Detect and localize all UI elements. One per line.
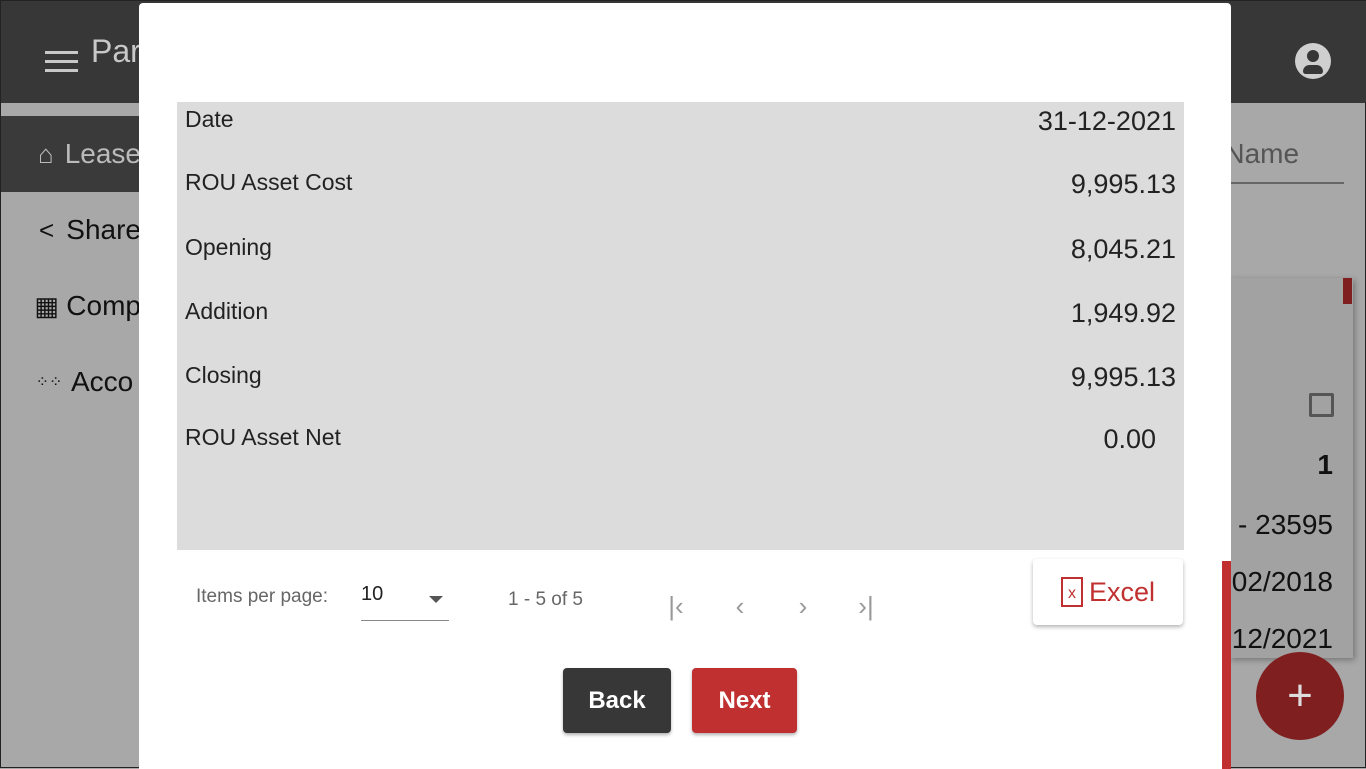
sidebar-item-label: Lease bbox=[64, 138, 141, 169]
table-row: ROU Asset Net 0.00 bbox=[185, 420, 1156, 460]
sidebar-item-label: Comp bbox=[66, 290, 141, 321]
last-page-button[interactable]: ›| bbox=[851, 591, 881, 621]
row-value: 0.00 bbox=[1103, 424, 1156, 454]
items-per-page-select[interactable]: 10 bbox=[361, 583, 449, 621]
table-row: ROU Asset Cost 9,995.13 bbox=[185, 165, 1176, 205]
dialog: Date 31-12-2021 ROU Asset Cost 9,995.13 Op… bbox=[139, 3, 1231, 769]
row-label: ROU Asset Cost bbox=[185, 169, 353, 195]
share-icon: < bbox=[39, 214, 55, 245]
page-range: 1 - 5 of 5 bbox=[508, 589, 583, 610]
menu-icon[interactable] bbox=[45, 51, 78, 78]
add-button[interactable]: + bbox=[1256, 652, 1344, 740]
excel-file-icon: x bbox=[1060, 577, 1083, 607]
checkbox[interactable] bbox=[1309, 393, 1334, 417]
row-value: 1,949.92 bbox=[1070, 298, 1176, 328]
items-per-page-value: 10 bbox=[361, 583, 384, 605]
sidebar: ⌂ Lease < Share ▦ Comp ⁘⁘ Acco bbox=[1, 116, 141, 420]
scrollbar[interactable] bbox=[1343, 278, 1352, 304]
previous-page-button[interactable]: ‹ bbox=[725, 591, 755, 621]
row-label: Opening bbox=[185, 234, 272, 260]
table-row: Closing 9,995.13 bbox=[185, 358, 1176, 398]
row-label: Date bbox=[185, 106, 234, 132]
sidebar-item-label: Share bbox=[66, 214, 141, 245]
next-button[interactable]: Next bbox=[692, 668, 797, 733]
account-icon[interactable] bbox=[1295, 43, 1331, 79]
excel-export-button[interactable]: x Excel bbox=[1033, 559, 1183, 625]
app-title: Par bbox=[91, 33, 141, 69]
background-card bbox=[1229, 278, 1353, 658]
back-button[interactable]: Back bbox=[563, 668, 671, 733]
row-label: Closing bbox=[185, 362, 262, 388]
next-page-button[interactable]: › bbox=[788, 591, 818, 621]
summary-table: Date 31-12-2021 ROU Asset Cost 9,995.13 Op… bbox=[177, 102, 1184, 550]
table-row: Date 31-12-2021 bbox=[185, 102, 1176, 142]
sidebar-item-accounts[interactable]: ⁘⁘ Acco bbox=[1, 344, 141, 420]
row-value: 9,995.13 bbox=[1070, 169, 1176, 199]
bg-cell: 02/2018 bbox=[1231, 566, 1333, 597]
building-icon: ▦ bbox=[34, 290, 59, 321]
home-icon: ⌂ bbox=[37, 138, 54, 169]
bg-cell: - 23595 bbox=[1238, 509, 1333, 540]
row-value: 8,045.21 bbox=[1070, 234, 1176, 264]
table-row: Addition 1,949.92 bbox=[185, 294, 1176, 334]
row-value: 31-12-2021 bbox=[1037, 106, 1176, 136]
dropdown-arrow-icon bbox=[429, 596, 443, 603]
sidebar-item-label: Acco bbox=[71, 366, 134, 397]
row-label: Addition bbox=[185, 298, 269, 324]
items-per-page-label: Items per page: bbox=[196, 586, 329, 607]
first-page-button[interactable]: |‹ bbox=[661, 591, 691, 621]
row-label: ROU Asset Net bbox=[185, 424, 341, 450]
dots-icon: ⁘⁘ bbox=[35, 374, 63, 391]
accent-bar bbox=[1222, 561, 1231, 769]
row-value: 9,995.13 bbox=[1070, 362, 1176, 392]
excel-label: Excel bbox=[1088, 576, 1156, 607]
bg-cell: 12/2021 bbox=[1231, 623, 1333, 654]
count: 1 bbox=[1317, 449, 1333, 480]
table-row: Opening 8,045.21 bbox=[185, 230, 1176, 270]
sidebar-item-share[interactable]: < Share bbox=[1, 192, 141, 268]
sidebar-item-company[interactable]: ▦ Comp bbox=[1, 268, 141, 344]
sidebar-item-lease[interactable]: ⌂ Lease bbox=[1, 116, 141, 192]
